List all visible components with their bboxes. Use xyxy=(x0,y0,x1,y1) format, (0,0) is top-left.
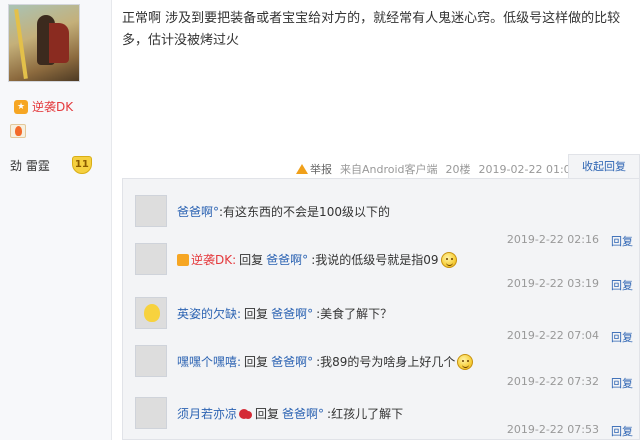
reply-line: 须月若亦凉 回复 爸爸啊° :红孩儿了解下 xyxy=(177,405,403,422)
reply-target[interactable]: 爸爸啊° xyxy=(271,305,313,322)
reply-username[interactable]: 嘿嘿个嘿嘻: xyxy=(177,353,241,370)
reply-avatar[interactable] xyxy=(135,243,167,275)
reply-word: 回复 xyxy=(244,307,269,321)
reply-text: :我说的低级号就是指09 xyxy=(311,253,439,267)
reply-word: 回复 xyxy=(239,253,264,267)
reply-line: 逆袭DK: 回复 爸爸啊° :我说的低级号就是指09 xyxy=(177,251,457,268)
author-sidebar: ★ 逆袭DK 劲 雷霆 11 xyxy=(0,0,112,440)
author-avatar[interactable] xyxy=(8,4,80,82)
vip-icon xyxy=(177,253,189,266)
reply-target[interactable]: 爸爸啊° xyxy=(271,353,313,370)
fire-badge-icon[interactable] xyxy=(10,124,26,138)
report-link[interactable]: 举报 xyxy=(296,161,332,177)
reply-time: 2019-2-22 02:16 xyxy=(506,233,599,246)
reply-username[interactable]: 须月若亦凉 xyxy=(177,405,237,422)
reply-time: 2019-2-22 07:53 xyxy=(506,423,599,436)
author-rank-row: 劲 雷霆 11 xyxy=(10,156,92,174)
post-content: 正常啊 涉及到要把装备或者宝宝给对方的，就经常有人鬼迷心窍。低级号这样做的比较多… xyxy=(122,11,621,48)
reply-username[interactable]: 英姿的欠缺: xyxy=(177,305,241,322)
reply-time: 2019-2-22 03:19 xyxy=(506,277,599,290)
post-time: 2019-02-22 01:08 xyxy=(478,162,578,176)
reply-word: 回复 xyxy=(255,407,280,421)
reply-avatar[interactable] xyxy=(135,397,167,429)
reply-button[interactable]: 回复 xyxy=(611,277,633,293)
reply-target[interactable]: 爸爸啊° xyxy=(282,405,324,422)
reply-time: 2019-2-22 07:32 xyxy=(506,375,599,388)
reply-time: 2019-2-22 07:04 xyxy=(506,329,599,342)
post-floor: 20楼 xyxy=(445,163,471,176)
reply-text: :我89的号为啥身上好几个 xyxy=(316,355,456,369)
reply-text: :有这东西的不会是100级以下的 xyxy=(219,205,390,219)
reply-button[interactable]: 回复 xyxy=(611,233,633,249)
reply-target[interactable]: 爸爸啊° xyxy=(266,251,308,268)
reply-avatar[interactable] xyxy=(135,297,167,329)
reply-list: 爸爸啊° :有这东西的不会是100级以下的 2019-2-22 02:16 回复… xyxy=(122,178,640,440)
reply-button[interactable]: 回复 xyxy=(611,329,633,345)
reply-avatar[interactable] xyxy=(135,345,167,377)
author-name-row: ★ 逆袭DK xyxy=(14,98,73,115)
smile-emoji-icon xyxy=(440,251,457,268)
reply-line: 嘿嘿个嘿嘻: 回复 爸爸啊° :我89的号为啥身上好几个 xyxy=(177,353,474,370)
level-badge[interactable]: 11 xyxy=(71,156,92,174)
rank-title: 劲 雷霆 xyxy=(10,158,50,173)
report-label: 举报 xyxy=(310,163,332,176)
post-meta: 举报 来自Android客户端 20楼 2019-02-22 01:08 xyxy=(296,161,578,177)
reply-text: :美食了解下？ xyxy=(316,307,393,321)
vip-icon: ★ xyxy=(14,99,28,114)
reply-line: 英姿的欠缺: 回复 爸爸啊° :美食了解下？ xyxy=(177,305,392,322)
reply-button[interactable]: 回复 xyxy=(611,423,633,439)
collapse-replies-button[interactable]: 收起回复 xyxy=(568,154,640,178)
reply-username[interactable]: 爸爸啊° xyxy=(177,203,219,220)
warning-icon xyxy=(296,164,308,174)
reply-username[interactable]: 逆袭DK: xyxy=(191,251,236,268)
reply-avatar[interactable] xyxy=(135,195,167,227)
smile-emoji-icon xyxy=(457,353,474,370)
post-source: 来自Android客户端 xyxy=(340,163,438,176)
reply-word: 回复 xyxy=(244,355,269,369)
reply-line: 爸爸啊° :有这东西的不会是100级以下的 xyxy=(177,203,390,220)
author-name[interactable]: 逆袭DK xyxy=(32,98,73,115)
reply-button[interactable]: 回复 xyxy=(611,375,633,391)
cherry-icon xyxy=(239,408,250,419)
reply-text: :红孩儿了解下 xyxy=(327,407,404,421)
